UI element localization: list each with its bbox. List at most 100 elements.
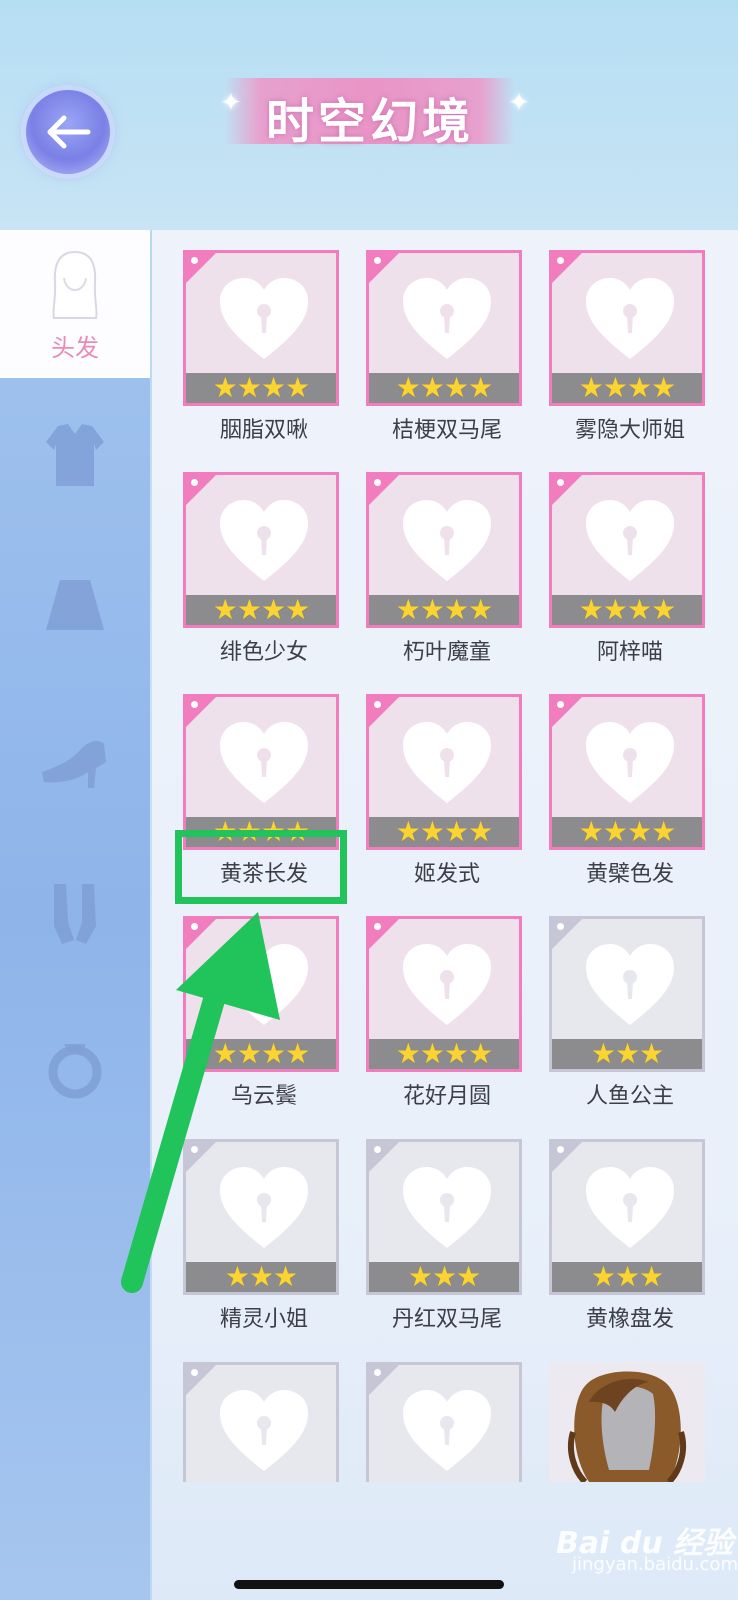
item-name: 阿梓喵 (596, 640, 663, 665)
shoes-icon[interactable] (38, 728, 112, 802)
star-rating: ★★★ (186, 1262, 336, 1292)
item-card[interactable]: ★★★★ (366, 916, 522, 1072)
item-name: 乌云鬓 (230, 1084, 297, 1109)
item-card[interactable]: ★★★★ (183, 694, 339, 850)
rarity-corner (186, 1142, 216, 1172)
rarity-dot (374, 479, 381, 486)
star-icons: ★★★★ (395, 815, 493, 848)
item-card[interactable] (183, 1362, 339, 1482)
star-icons: ★★★★ (578, 593, 676, 626)
rarity-corner (369, 697, 399, 727)
rarity-dot (374, 1369, 381, 1376)
star-rating: ★★★★ (552, 595, 702, 625)
item-card[interactable] (366, 1362, 522, 1482)
locked-heart-icon (220, 1167, 308, 1248)
star-rating: ★★★★ (552, 373, 702, 403)
locked-heart-icon (220, 1390, 308, 1471)
star-icons: ★★★★ (578, 815, 676, 848)
item-card[interactable]: ★★★★ (366, 472, 522, 628)
item-card[interactable]: ★★★★ (183, 916, 339, 1072)
item-name: 黄橡盘发 (585, 1307, 674, 1332)
item-card[interactable]: ★★★ (183, 1139, 339, 1295)
page-title-banner: 时空幻境 (225, 78, 515, 150)
star-icons: ★★★ (590, 1037, 664, 1070)
rarity-corner (369, 253, 399, 283)
locked-heart-icon (403, 1390, 491, 1471)
watermark-url: jingyan.baidu.com (572, 1554, 738, 1575)
rarity-corner (186, 253, 216, 283)
star-rating: ★★★ (369, 1262, 519, 1292)
star-rating: ★★★★ (186, 1039, 336, 1069)
rarity-corner (552, 475, 582, 505)
item-card[interactable]: ★★★★ (183, 472, 339, 628)
star-rating: ★★★★ (186, 373, 336, 403)
locked-heart-icon (220, 722, 308, 803)
locked-heart-icon (220, 278, 308, 359)
item-card[interactable]: ★★★★ (549, 250, 705, 406)
rarity-corner (369, 475, 399, 505)
rarity-dot (374, 1146, 381, 1153)
rarity-dot (191, 479, 198, 486)
rarity-corner (186, 919, 216, 949)
rarity-dot (557, 257, 564, 264)
star-icons: ★★★★ (212, 593, 310, 626)
highlight-box (175, 830, 347, 904)
locked-heart-icon (220, 500, 308, 581)
locked-heart-icon (586, 722, 674, 803)
top-clothing-icon[interactable] (38, 420, 112, 494)
locked-heart-icon (403, 500, 491, 581)
star-icons: ★★★ (407, 1260, 481, 1293)
page-title: 时空幻境 (265, 94, 474, 150)
rarity-dot (557, 1146, 564, 1153)
sidebar-item-label: 头发 (51, 334, 99, 362)
star-rating: ★★★★ (186, 595, 336, 625)
item-name: 桔梗双马尾 (391, 418, 502, 443)
rarity-corner (369, 919, 399, 949)
rarity-corner (552, 1142, 582, 1172)
locked-heart-icon (403, 722, 491, 803)
sidebar-item-hair[interactable]: 头发 (0, 230, 150, 378)
item-card[interactable]: ★★★★ (549, 694, 705, 850)
item-card[interactable]: ★★★ (549, 1139, 705, 1295)
locked-heart-icon (403, 278, 491, 359)
star-icons: ★★★★ (395, 1037, 493, 1070)
socks-icon[interactable] (38, 878, 112, 952)
rarity-corner (552, 697, 582, 727)
skirt-icon[interactable] (38, 570, 112, 644)
rarity-corner (186, 475, 216, 505)
item-name: 精灵小姐 (219, 1307, 308, 1332)
ring-icon[interactable] (38, 1030, 112, 1104)
item-card[interactable]: ★★★★ (183, 250, 339, 406)
item-card[interactable]: ★★★ (366, 1139, 522, 1295)
item-name: 朽叶魔童 (402, 640, 491, 665)
hairstyle-image (567, 1371, 687, 1485)
star-icons: ★★★ (224, 1260, 298, 1293)
rarity-corner (552, 919, 582, 949)
item-name: 人鱼公主 (585, 1084, 674, 1109)
locked-heart-icon (403, 944, 491, 1025)
item-card[interactable]: ★★★★ (549, 472, 705, 628)
star-rating: ★★★★ (369, 817, 519, 847)
rarity-corner (369, 1142, 399, 1172)
rarity-dot (557, 923, 564, 930)
item-name: 黄檗色发 (585, 862, 674, 887)
rarity-dot (374, 257, 381, 264)
rarity-dot (374, 923, 381, 930)
back-button[interactable] (26, 90, 110, 174)
locked-heart-icon (586, 278, 674, 359)
locked-heart-icon (220, 944, 308, 1025)
rarity-dot (557, 701, 564, 708)
home-indicator[interactable] (234, 1580, 504, 1589)
item-name: 胭脂双啾 (219, 418, 308, 443)
star-rating: ★★★ (552, 1262, 702, 1292)
item-card[interactable]: ★★★★ (366, 694, 522, 850)
rarity-corner (186, 1365, 216, 1395)
item-card[interactable]: ★★★★ (366, 250, 522, 406)
item-card[interactable]: ★★★ (549, 916, 705, 1072)
star-icons: ★★★★ (212, 1037, 310, 1070)
hair-preview-thumbnail[interactable] (549, 1362, 705, 1485)
rarity-corner (369, 1365, 399, 1395)
star-rating: ★★★ (552, 1039, 702, 1069)
locked-heart-icon (403, 1167, 491, 1248)
rarity-dot (191, 1146, 198, 1153)
